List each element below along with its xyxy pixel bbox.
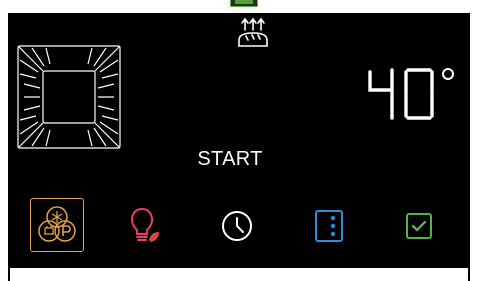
temperature-value-text: 40 bbox=[364, 64, 382, 68]
cooking-modes-icon bbox=[38, 206, 76, 242]
eco-light-button[interactable] bbox=[122, 203, 168, 249]
panel-left-edge bbox=[8, 268, 10, 281]
confirm-button[interactable] bbox=[396, 203, 442, 249]
top-indicator-fill bbox=[235, 0, 253, 4]
panel-right-edge bbox=[468, 268, 470, 281]
bread-proving-icon bbox=[238, 17, 268, 47]
top-indicator-tab bbox=[230, 0, 258, 7]
options-menu-button[interactable] bbox=[306, 203, 352, 249]
temperature-digits: 40 bbox=[364, 64, 434, 120]
start-label[interactable]: START bbox=[195, 148, 265, 171]
options-menu-icon bbox=[315, 210, 343, 242]
cooking-modes-button[interactable] bbox=[30, 198, 84, 252]
eco-bulb-icon bbox=[130, 207, 159, 242]
oven-cavity-icon bbox=[17, 45, 121, 149]
temperature-display: 40 ° bbox=[364, 64, 456, 122]
degree-symbol-icon bbox=[442, 68, 454, 80]
confirm-check-icon bbox=[406, 213, 432, 239]
timer-button[interactable] bbox=[214, 203, 260, 249]
clock-icon bbox=[222, 211, 252, 241]
